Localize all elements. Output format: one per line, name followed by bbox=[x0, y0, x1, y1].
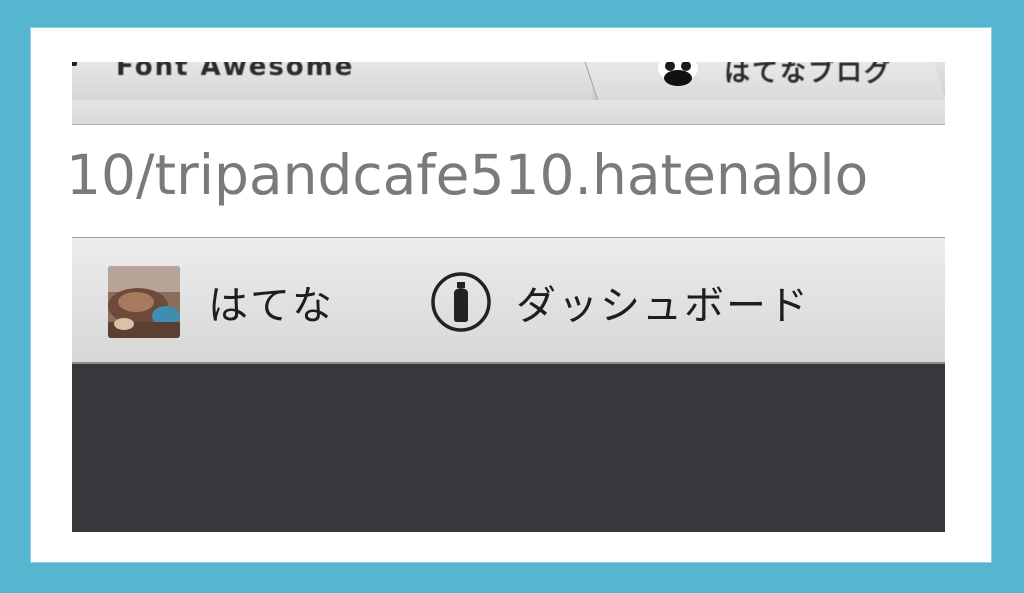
bookmark-label: はてな bbox=[208, 283, 334, 329]
tab-title: はてなブログ bbox=[724, 62, 893, 88]
tab-font-awesome[interactable]: Font Awesome bbox=[72, 62, 592, 100]
avatar-favicon-icon bbox=[658, 62, 698, 86]
tab-strip: Font Awesome はてなブログ bbox=[72, 62, 945, 101]
page-content-dark bbox=[72, 364, 945, 532]
tab-hatena-blog[interactable]: はてなブログ bbox=[584, 62, 945, 100]
url-text[interactable]: 10/tripandcafe510.hatenablo bbox=[72, 143, 868, 207]
bookmark-label: ダッシュボード bbox=[516, 283, 810, 329]
bookmark-hatena[interactable]: はてな bbox=[108, 266, 334, 338]
circle-bottle-icon bbox=[431, 272, 491, 332]
tab-favicon-icon bbox=[72, 62, 77, 66]
bookmarks-bar: はてな ダッシュボード bbox=[72, 238, 945, 364]
browser-window-crop: Font Awesome はてなブログ 10/tripandcafe510.ha… bbox=[72, 62, 945, 532]
tab-title: Font Awesome bbox=[116, 62, 355, 82]
toolbar-divider bbox=[72, 100, 945, 125]
address-bar[interactable]: 10/tripandcafe510.hatenablo bbox=[72, 125, 945, 238]
bookmark-dashboard[interactable]: ダッシュボード bbox=[430, 266, 810, 338]
photo-thumbnail-icon bbox=[108, 266, 180, 338]
